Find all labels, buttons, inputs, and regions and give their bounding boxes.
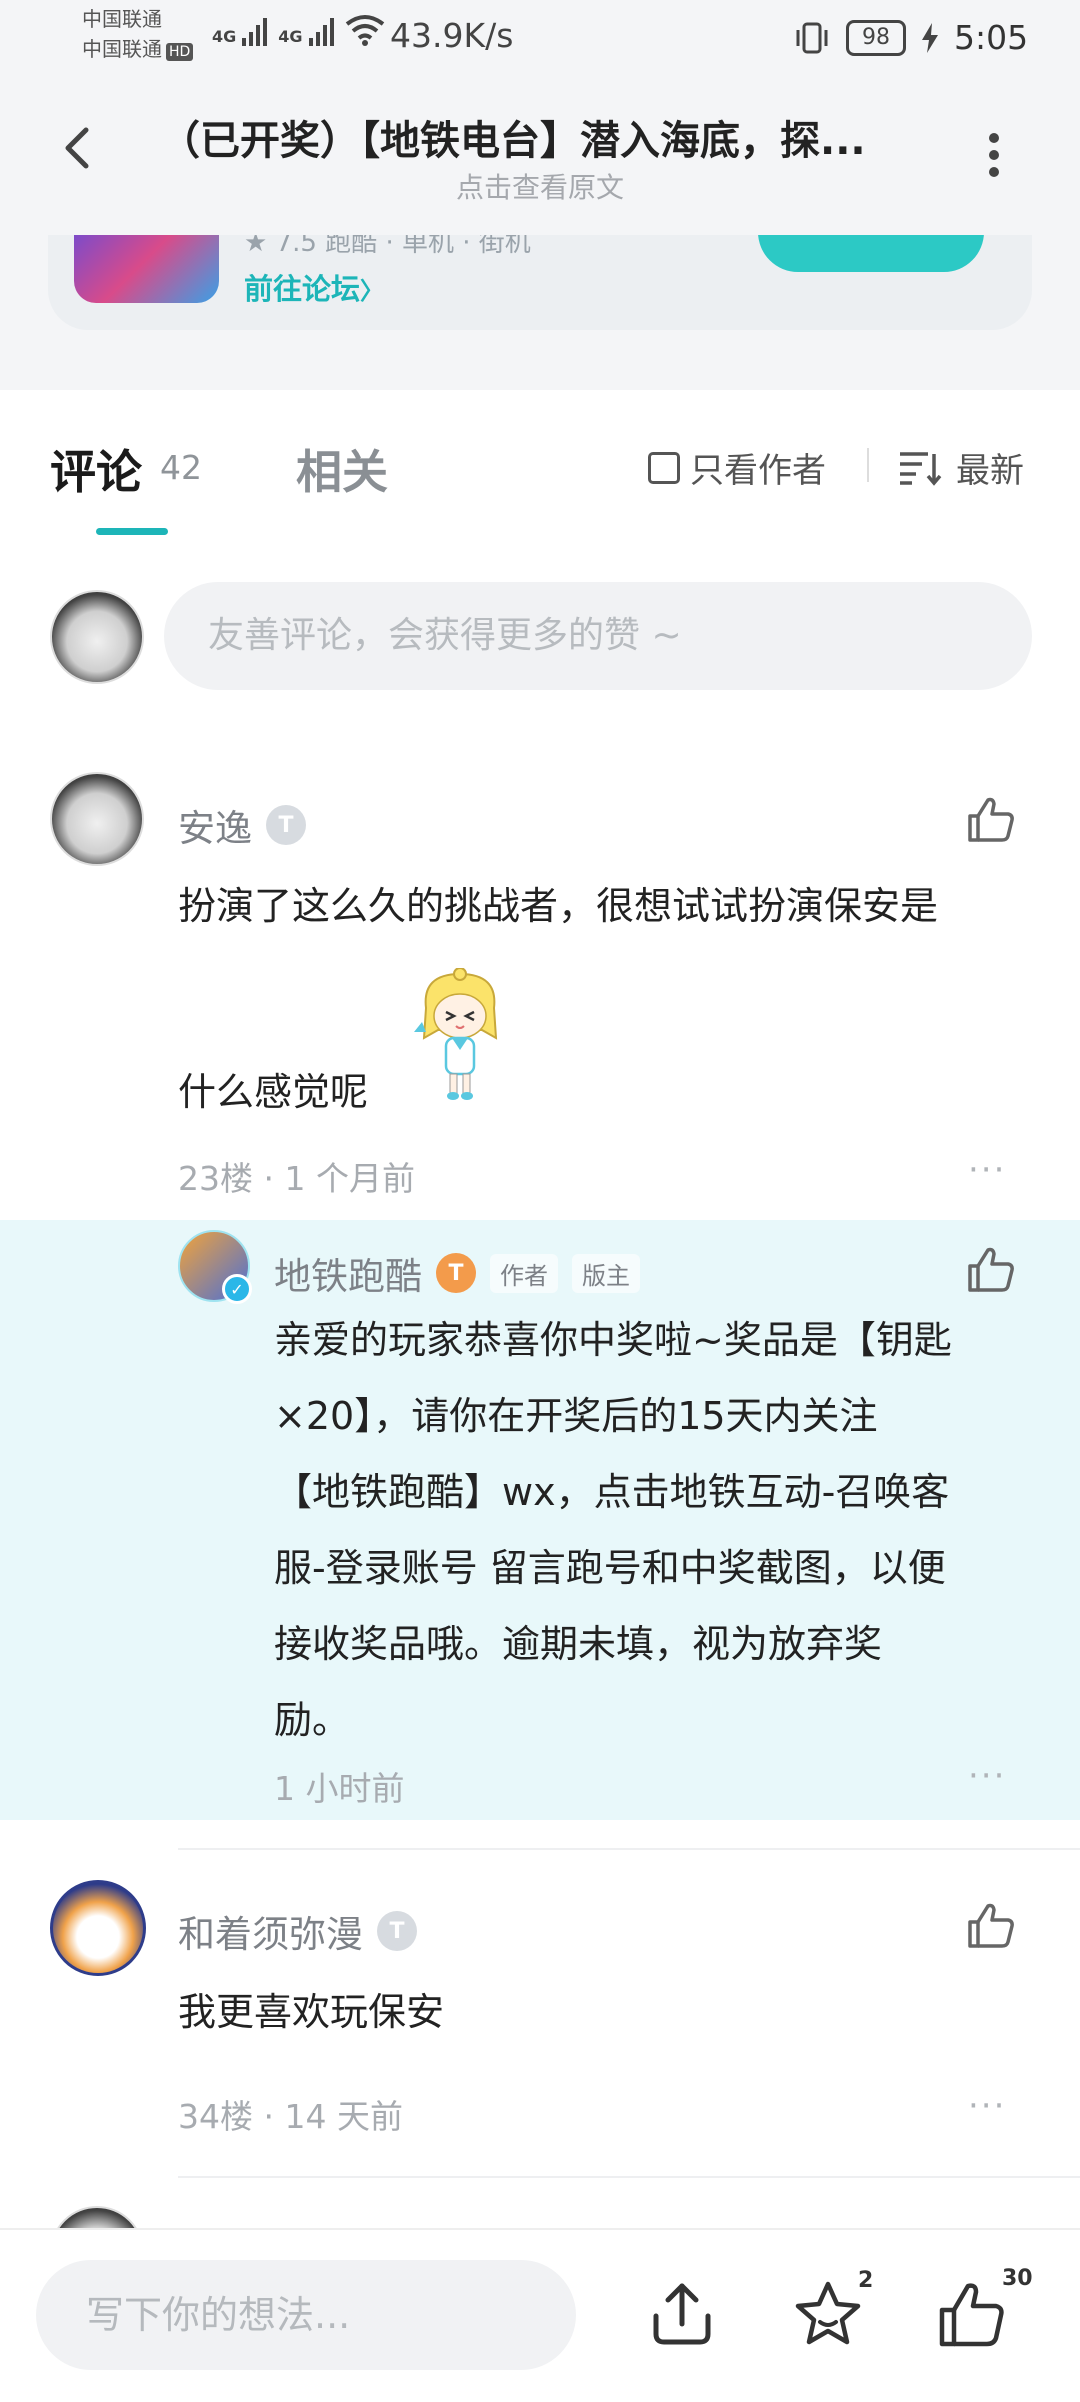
signal-icon xyxy=(242,18,268,46)
avatar[interactable] xyxy=(50,772,144,866)
network-type-1: 4G xyxy=(212,27,237,46)
clock: 5:05 xyxy=(954,18,1029,57)
level-badge: T xyxy=(266,805,306,845)
reply-text-line: ×20】，请你在开奖后的15天内关注 xyxy=(274,1394,878,1438)
divider xyxy=(178,1848,1080,1850)
signal-group: 4G 4G xyxy=(212,14,385,46)
reply-text-line: 【地铁跑酷】wx，点击地铁互动-召唤客 xyxy=(274,1470,950,1514)
favorite-count: 2 xyxy=(858,2268,874,2293)
author-only-label: 只看作者 xyxy=(690,451,826,491)
charging-icon xyxy=(922,22,938,53)
status-bar: 中国联通 中国联通 HD 4G 4G 43.9K/s 98 5:05 xyxy=(0,0,1080,75)
status-right: 98 5:05 xyxy=(794,18,1028,57)
author-tag: 作者 xyxy=(490,1253,558,1293)
comment-more-button[interactable]: ··· xyxy=(968,1150,1006,1190)
comment-text-line: 什么感觉呢 xyxy=(178,1070,369,1114)
carrier-1: 中国联通 xyxy=(82,7,162,31)
battery-level: 98 xyxy=(862,25,890,50)
view-original-link[interactable]: 点击查看原文 xyxy=(0,166,1080,206)
hd-badge: HD xyxy=(166,43,194,61)
share-button[interactable] xyxy=(646,2278,718,2350)
author-only-checkbox[interactable] xyxy=(648,451,680,484)
sticker-image xyxy=(412,967,508,1104)
net-speed: 43.9K/s xyxy=(390,16,514,55)
thumbs-up-icon xyxy=(968,797,1014,842)
verified-icon: ✓ xyxy=(222,1274,252,1304)
reply-text-line: 接收奖品哦。逾期未填，视为放弃奖 xyxy=(274,1622,883,1666)
tab-comments[interactable]: 评论 xyxy=(50,436,142,502)
favorite-button[interactable] xyxy=(792,2278,864,2350)
active-tab-indicator xyxy=(96,528,168,535)
reply-input[interactable]: 写下你的想法... xyxy=(36,2260,576,2370)
reply-text-line: 励。 xyxy=(274,1698,351,1742)
moderator-tag: 版主 xyxy=(572,1253,640,1293)
star-icon xyxy=(795,2281,861,2345)
like-post-button[interactable] xyxy=(936,2278,1008,2350)
forum-link[interactable]: 前往论坛〉 xyxy=(244,266,384,308)
share-icon xyxy=(653,2283,711,2345)
level-badge: T xyxy=(377,1911,417,1951)
comment-more-button[interactable]: ··· xyxy=(968,2086,1006,2126)
battery-icon: 98 xyxy=(846,19,906,56)
comment-text-line: 扮演了这么久的挑战者，很想试试扮演保安是 xyxy=(178,884,939,928)
reply-text-line: 亲爱的玩家恭喜你中奖啦~奖品是【钥匙 xyxy=(274,1318,952,1362)
reply-more-button[interactable]: ··· xyxy=(968,1756,1006,1796)
back-button[interactable] xyxy=(56,124,104,172)
vibrate-icon xyxy=(796,22,828,53)
chevron-right-icon: 〉 xyxy=(360,277,385,305)
username[interactable]: 安逸 xyxy=(178,798,252,852)
thumbs-up-icon xyxy=(968,1903,1014,1948)
like-button[interactable] xyxy=(966,1244,1016,1298)
avatar[interactable] xyxy=(50,1880,146,1976)
like-button[interactable] xyxy=(966,794,1016,848)
wifi-icon xyxy=(345,15,384,46)
divider xyxy=(867,448,869,482)
author-only-filter[interactable]: 只看作者 xyxy=(648,443,826,492)
forum-link-label: 前往论坛 xyxy=(244,272,361,306)
comments-count: 42 xyxy=(160,448,202,487)
reply-header: 地铁跑酷 T 作者 版主 xyxy=(274,1246,640,1300)
carrier-2-row: 中国联通 HD xyxy=(82,36,194,62)
sort-label: 最新 xyxy=(956,451,1024,491)
level-badge: T xyxy=(436,1253,476,1293)
username[interactable]: 地铁跑酷 xyxy=(274,1246,422,1300)
comment-meta: 23楼 · 1 个月前 xyxy=(178,1159,415,1198)
tab-related[interactable]: 相关 xyxy=(296,436,388,502)
more-vertical-icon xyxy=(989,133,999,177)
thumbs-up-icon xyxy=(968,1247,1014,1292)
comment-header: 和着须弥漫 T xyxy=(178,1904,417,1958)
comment-text: 我更喜欢玩保安 xyxy=(178,1990,445,2034)
thumbs-up-icon xyxy=(939,2283,1004,2347)
like-count: 30 xyxy=(1002,2266,1033,2291)
divider xyxy=(178,2176,1080,2178)
username[interactable]: 和着须弥漫 xyxy=(178,1904,363,1958)
network-type-2: 4G xyxy=(278,27,303,46)
back-arrow-icon xyxy=(65,127,89,169)
post-title[interactable]: （已开奖）【地铁电台】潜入海底，探... xyxy=(160,108,920,166)
current-user-avatar[interactable] xyxy=(50,590,144,684)
reply-text-line: 服-登录账号 留言跑号和中奖截图，以便 xyxy=(274,1546,946,1590)
reply-meta: 1 小时前 xyxy=(274,1769,405,1808)
carrier-2: 中国联通 xyxy=(82,37,162,61)
comment-meta: 34楼 · 14 天前 xyxy=(178,2097,403,2136)
anime-girl-sticker-icon xyxy=(414,967,498,1100)
more-menu-button[interactable] xyxy=(974,128,1014,188)
like-button[interactable] xyxy=(966,1900,1016,1954)
signal-icon xyxy=(308,18,334,46)
comment-input[interactable]: 友善评论，会获得更多的赞 ~ xyxy=(164,582,1032,690)
sort-button[interactable]: 最新 xyxy=(898,443,1024,492)
sort-icon xyxy=(900,451,942,486)
comment-header: 安逸 T xyxy=(178,798,306,852)
